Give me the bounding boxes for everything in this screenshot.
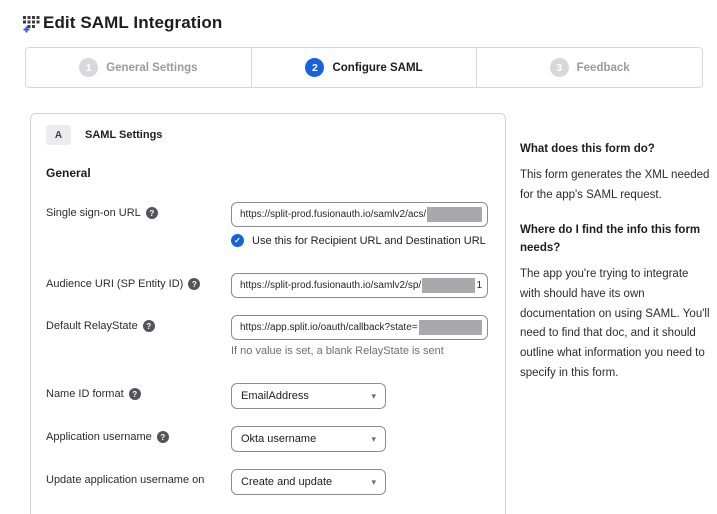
update-username-select[interactable]: Create and update ▾	[231, 469, 386, 495]
help-icon[interactable]: ?	[129, 388, 141, 400]
field-row-update-username: Update application username on Create an…	[46, 469, 488, 495]
page-header: Edit SAML Integration	[22, 13, 222, 33]
field-row-audience-uri: Audience URI (SP Entity ID) ? https://sp…	[46, 273, 488, 298]
step-label: General Settings	[106, 62, 197, 74]
checkbox-checked-icon: ✓	[231, 234, 244, 247]
update-username-label: Update application username on	[46, 474, 204, 486]
checkbox-label: Use this for Recipient URL and Destinati…	[252, 235, 486, 247]
application-username-select[interactable]: Okta username ▾	[231, 426, 386, 452]
field-control: https://split-prod.fusionauth.io/samlv2/…	[231, 202, 488, 247]
name-id-format-label: Name ID format	[46, 388, 124, 400]
group-heading-general: General	[46, 166, 488, 180]
field-row-name-id-format: Name ID format ? EmailAddress ▾	[46, 383, 488, 409]
page: Edit SAML Integration 1 General Settings…	[0, 0, 717, 514]
name-id-format-select[interactable]: EmailAddress ▾	[231, 383, 386, 409]
name-id-format-value: EmailAddress	[241, 390, 309, 402]
step-number-badge: 3	[550, 58, 569, 77]
field-control: https://split-prod.fusionauth.io/samlv2/…	[231, 273, 488, 298]
step-number-badge: 1	[79, 58, 98, 77]
field-row-sso-url: Single sign-on URL ? https://split-prod.…	[46, 202, 488, 247]
field-label: Default RelayState ?	[46, 315, 231, 332]
help-icon[interactable]: ?	[143, 320, 155, 332]
audience-uri-input[interactable]: https://split-prod.fusionauth.io/samlv2/…	[231, 273, 488, 298]
audience-uri-value-suffix: 1	[475, 280, 482, 291]
page-title: Edit SAML Integration	[43, 13, 222, 33]
recipient-url-checkbox[interactable]: ✓ Use this for Recipient URL and Destina…	[231, 234, 488, 247]
sso-url-input[interactable]: https://split-prod.fusionauth.io/samlv2/…	[231, 202, 488, 227]
field-control: Okta username ▾	[231, 426, 488, 452]
relay-state-value: https://app.split.io/oauth/callback?stat…	[240, 322, 418, 333]
check-glyph: ✓	[234, 236, 241, 245]
help-icon[interactable]: ?	[188, 278, 200, 290]
field-label: Audience URI (SP Entity ID) ?	[46, 273, 231, 290]
redacted-value	[427, 207, 482, 222]
field-control: Create and update ▾	[231, 469, 488, 495]
relay-state-hint: If no value is set, a blank RelayState i…	[231, 345, 488, 357]
redacted-value	[419, 320, 482, 335]
field-label: Application username ?	[46, 426, 231, 443]
sidebar-answer-1: This form generates the XML needed for t…	[520, 166, 712, 206]
app-grid-plus-icon	[22, 14, 41, 33]
chevron-down-icon: ▾	[371, 391, 376, 402]
field-row-relay-state: Default RelayState ? https://app.split.i…	[46, 315, 488, 357]
sidebar-question-2: Where do I find the info this form needs…	[520, 222, 712, 258]
wizard-stepper: 1 General Settings 2 Configure SAML 3 Fe…	[25, 47, 703, 88]
sidebar-answer-2: The app you're trying to integrate with …	[520, 265, 712, 384]
update-username-value: Create and update	[241, 476, 332, 488]
redacted-value	[422, 278, 475, 293]
step-feedback[interactable]: 3 Feedback	[476, 48, 702, 87]
field-label: Single sign-on URL ?	[46, 202, 231, 219]
field-label: Update application username on	[46, 469, 231, 486]
panel-header: A SAML Settings	[31, 114, 505, 145]
relay-state-label: Default RelayState	[46, 320, 138, 332]
sidebar-question-1: What does this form do?	[520, 141, 712, 159]
field-label: Name ID format ?	[46, 383, 231, 400]
field-control: EmailAddress ▾	[231, 383, 488, 409]
chevron-down-icon: ▾	[371, 477, 376, 488]
sso-url-label: Single sign-on URL	[46, 207, 141, 219]
step-label: Feedback	[577, 62, 630, 74]
step-label: Configure SAML	[332, 62, 422, 74]
help-sidebar: What does this form do? This form genera…	[520, 141, 712, 401]
step-configure-saml[interactable]: 2 Configure SAML	[251, 48, 477, 87]
relay-state-input[interactable]: https://app.split.io/oauth/callback?stat…	[231, 315, 488, 340]
audience-uri-label: Audience URI (SP Entity ID)	[46, 278, 183, 290]
application-username-value: Okta username	[241, 433, 316, 445]
application-username-label: Application username	[46, 431, 152, 443]
saml-settings-panel: A SAML Settings General Single sign-on U…	[30, 113, 506, 514]
audience-uri-value: https://split-prod.fusionauth.io/samlv2/…	[240, 280, 421, 291]
step-general-settings[interactable]: 1 General Settings	[26, 48, 251, 87]
chevron-down-icon: ▾	[371, 434, 376, 445]
field-row-application-username: Application username ? Okta username ▾	[46, 426, 488, 452]
step-number-badge: 2	[305, 58, 324, 77]
section-title: SAML Settings	[85, 129, 162, 141]
sso-url-value: https://split-prod.fusionauth.io/samlv2/…	[240, 209, 426, 220]
panel-body: General Single sign-on URL ? https://spl…	[31, 166, 505, 514]
section-badge: A	[46, 125, 71, 145]
help-icon[interactable]: ?	[146, 207, 158, 219]
help-icon[interactable]: ?	[157, 431, 169, 443]
field-control: https://app.split.io/oauth/callback?stat…	[231, 315, 488, 357]
